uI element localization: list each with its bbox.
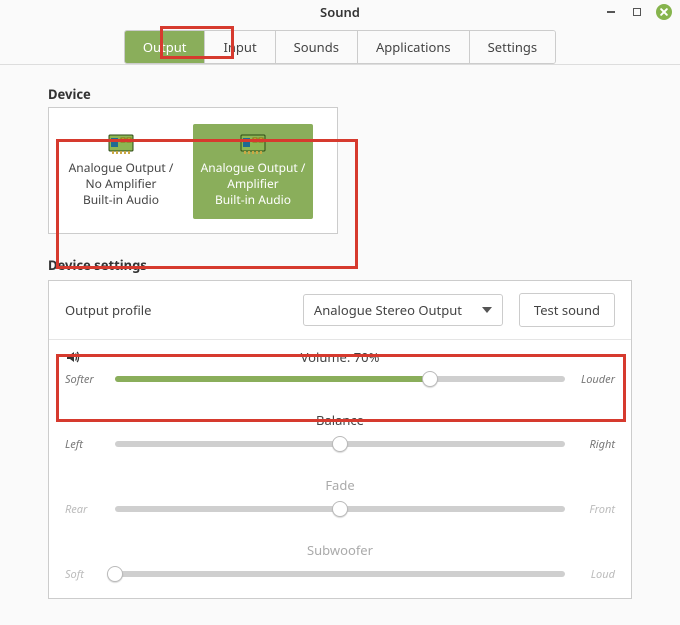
volume-block: Volume: 70% Softer Louder bbox=[49, 340, 631, 403]
device-card-line: Analogue Output / bbox=[67, 160, 175, 176]
tab-input[interactable]: Input bbox=[205, 31, 275, 63]
slider-max-label: Right bbox=[575, 437, 615, 452]
tab-sounds[interactable]: Sounds bbox=[276, 31, 358, 63]
slider-min-label: Left bbox=[65, 437, 105, 452]
output-profile-select[interactable]: Analogue Stereo Output bbox=[303, 294, 503, 326]
balance-slider[interactable] bbox=[115, 441, 565, 447]
device-panel: Analogue Output / No Amplifier Built-in … bbox=[48, 107, 338, 234]
fade-block: Fade Rear Front bbox=[49, 468, 631, 533]
soundcard-icon bbox=[107, 132, 135, 154]
device-card-line: Amplifier bbox=[199, 176, 307, 192]
maximize-icon[interactable] bbox=[630, 5, 644, 19]
device-settings-label: Device settings bbox=[48, 256, 632, 274]
volume-slider[interactable] bbox=[115, 376, 565, 382]
device-card[interactable]: Analogue Output / Amplifier Built-in Aud… bbox=[193, 124, 313, 219]
slider-min-label: Softer bbox=[65, 372, 105, 387]
tabbar: Output Input Sounds Applications Setting… bbox=[0, 24, 680, 65]
balance-block: Balance Left Right bbox=[49, 403, 631, 468]
tab-output[interactable]: Output bbox=[125, 31, 206, 63]
slider-max-label: Loud bbox=[575, 567, 615, 582]
fade-label: Fade bbox=[65, 476, 615, 494]
tab-settings[interactable]: Settings bbox=[470, 31, 555, 63]
output-profile-label: Output profile bbox=[65, 301, 287, 319]
subwoofer-label: Subwoofer bbox=[65, 541, 615, 559]
titlebar: Sound bbox=[0, 0, 680, 24]
fade-slider[interactable] bbox=[115, 506, 565, 512]
test-sound-button[interactable]: Test sound bbox=[519, 293, 615, 327]
slider-max-label: Louder bbox=[575, 372, 615, 387]
slider-min-label: Soft bbox=[65, 567, 105, 582]
speaker-icon bbox=[65, 349, 81, 365]
slider-max-label: Front bbox=[575, 502, 615, 517]
device-settings-panel: Output profile Analogue Stereo Output Te… bbox=[48, 280, 632, 599]
subwoofer-block: Subwoofer Soft Loud bbox=[49, 533, 631, 598]
device-card-line: Built-in Audio bbox=[67, 192, 175, 208]
minimize-icon[interactable] bbox=[604, 5, 618, 19]
device-card-line: Built-in Audio bbox=[199, 192, 307, 208]
window-title: Sound bbox=[320, 3, 360, 21]
subwoofer-slider[interactable] bbox=[115, 571, 565, 577]
output-profile-value: Analogue Stereo Output bbox=[314, 301, 462, 319]
soundcard-icon bbox=[239, 132, 267, 154]
close-icon[interactable] bbox=[656, 4, 672, 20]
device-card-line: No Amplifier bbox=[67, 176, 175, 192]
slider-min-label: Rear bbox=[65, 502, 105, 517]
tab-applications[interactable]: Applications bbox=[358, 31, 470, 63]
device-section-label: Device bbox=[48, 85, 632, 103]
volume-label: Volume: 70% bbox=[301, 348, 380, 366]
device-card[interactable]: Analogue Output / No Amplifier Built-in … bbox=[61, 124, 181, 219]
balance-label: Balance bbox=[65, 411, 615, 429]
chevron-down-icon bbox=[482, 307, 492, 313]
device-card-line: Analogue Output / bbox=[199, 160, 307, 176]
